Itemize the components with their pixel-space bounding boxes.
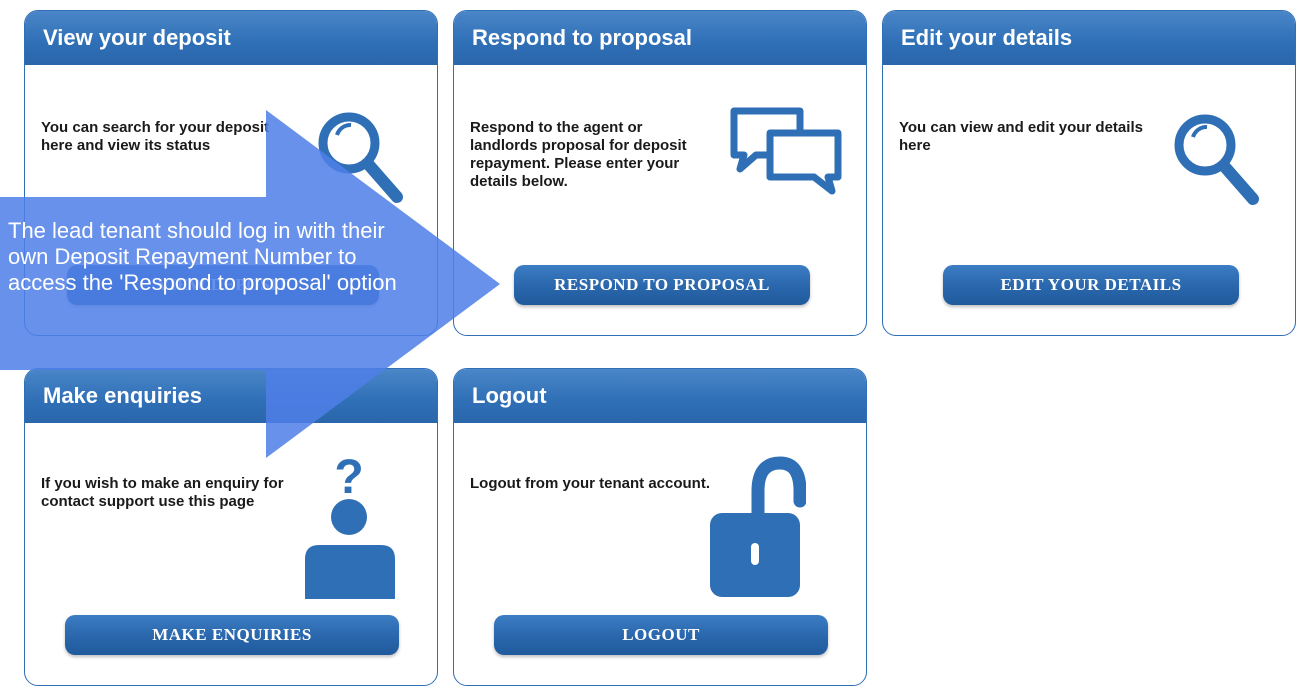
respond-to-proposal-button[interactable]: RESPOND TO PROPOSAL [514,265,810,305]
logout-button[interactable]: LOGOUT [494,615,828,655]
card-view-deposit: View your deposit You can search for you… [24,10,438,336]
svg-text:?: ? [334,451,363,504]
card-title: View your deposit [25,11,437,65]
card-title: Make enquiries [25,369,437,423]
person-question-icon: ? [305,451,395,599]
card-title: Edit your details [883,11,1295,65]
card-logout: Logout Logout from your tenant account. … [453,368,867,686]
card-title: Respond to proposal [454,11,866,65]
edit-your-details-button[interactable]: EDIT YOUR DETAILS [943,265,1239,305]
card-description: You can view and edit your details here [899,119,1143,154]
make-enquiries-button[interactable]: MAKE ENQUIRIES [65,615,399,655]
card-description: If you wish to make an enquiry for conta… [41,475,284,510]
card-description: You can search for your deposit here and… [41,119,270,154]
card-description: Respond to the agent or landlords propos… [470,119,687,190]
unlocked-padlock-icon [710,456,806,597]
card-make-enquiries: Make enquiries If you wish to make an en… [24,368,438,686]
card-title: Logout [454,369,866,423]
card-edit-details: Edit your details You can view and edit … [882,10,1296,336]
magnifier-icon [1174,114,1259,205]
magnifier-icon [318,112,403,203]
chat-bubbles-icon [730,107,842,195]
card-description: Logout from your tenant account. [470,475,710,492]
card-respond-proposal: Respond to proposal Respond to the agent… [453,10,867,336]
view-deposit-button[interactable]: VIEW DEPOSIT [67,265,379,305]
